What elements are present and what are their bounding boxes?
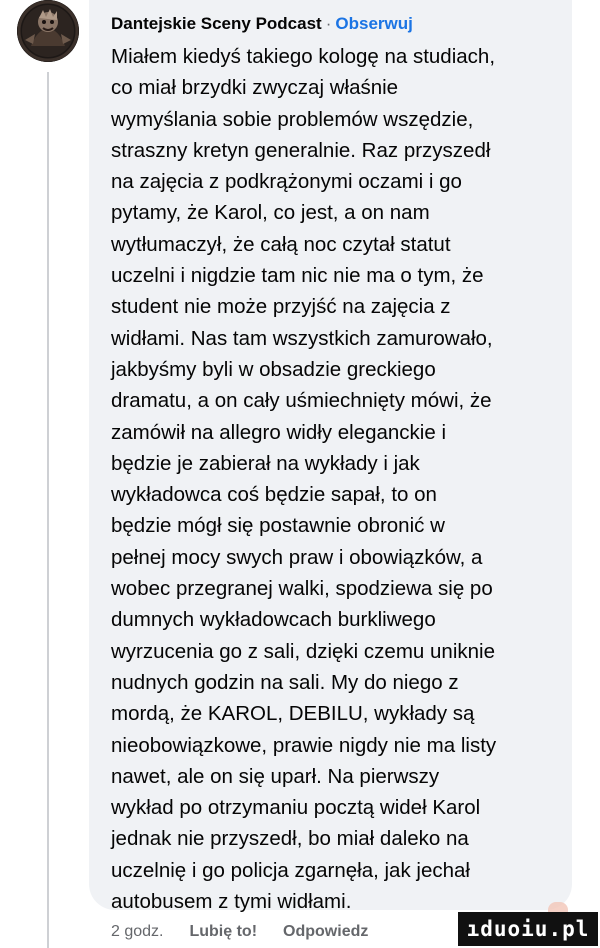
avatar[interactable]	[17, 0, 79, 62]
thread-line	[47, 72, 49, 948]
comment-header: Dantejskie Sceny Podcast · Obserwuj	[111, 12, 413, 36]
timestamp[interactable]: 2 godz.	[111, 920, 163, 944]
reaction-badge[interactable]	[548, 902, 568, 912]
reply-button[interactable]: Odpowiedz	[283, 920, 368, 944]
watermark-logo: ıduoiu.pl	[458, 912, 598, 946]
follow-link[interactable]: Obserwuj	[335, 14, 412, 33]
separator-dot: ·	[325, 14, 332, 33]
comment-actions: 2 godz. Lubię to! Odpowiedz	[111, 920, 368, 944]
comment-text: Miałem kiedyś takiego kologę na studiach…	[111, 45, 497, 914]
author-name[interactable]: Dantejskie Sceny Podcast	[111, 14, 322, 33]
like-button[interactable]: Lubię to!	[189, 920, 257, 944]
avatar-image	[17, 0, 79, 62]
